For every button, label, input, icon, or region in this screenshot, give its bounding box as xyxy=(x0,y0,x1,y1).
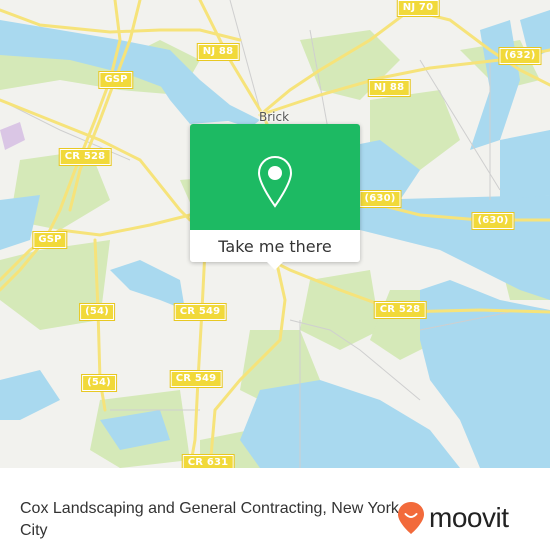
road-shield-nj88: NJ 88 xyxy=(367,79,411,97)
popup-pointer xyxy=(267,262,283,270)
map[interactable]: Brick NJ 70 NJ 88 NJ 88 (632) GSP CR 528… xyxy=(0,0,550,468)
map-pin-icon xyxy=(257,155,293,208)
place-name: Cox Landscaping and General Contracting,… xyxy=(20,500,399,539)
location-popup: Take me there xyxy=(190,124,360,270)
road-shield-630: (630) xyxy=(358,190,402,208)
road-shield-gsp: GSP xyxy=(32,231,68,249)
place-label-brick: Brick xyxy=(258,110,290,124)
road-shield-cr528: CR 528 xyxy=(373,301,427,319)
popup-header xyxy=(190,124,360,230)
road-shield-cr549: CR 549 xyxy=(173,303,227,321)
road-shield-630: (630) xyxy=(471,212,515,230)
road-shield-nj70: NJ 70 xyxy=(396,0,440,17)
moovit-wordmark: moovit xyxy=(429,502,509,533)
road-shield-632: (632) xyxy=(498,47,542,65)
road-shield-nj88: NJ 88 xyxy=(196,43,240,61)
moovit-logo[interactable]: moovit xyxy=(397,501,509,535)
take-me-there-button[interactable]: Take me there xyxy=(190,230,360,262)
footer: Cox Landscaping and General Contracting,… xyxy=(0,490,550,550)
road-shield-gsp: GSP xyxy=(98,71,134,89)
road-shield-cr528: CR 528 xyxy=(58,148,112,166)
moovit-pin-icon xyxy=(398,502,424,534)
road-shield-cr549: CR 549 xyxy=(169,370,223,388)
road-shield-54: (54) xyxy=(79,303,115,321)
road-shield-54: (54) xyxy=(81,374,117,392)
road-shield-cr631: CR 631 xyxy=(181,454,235,468)
